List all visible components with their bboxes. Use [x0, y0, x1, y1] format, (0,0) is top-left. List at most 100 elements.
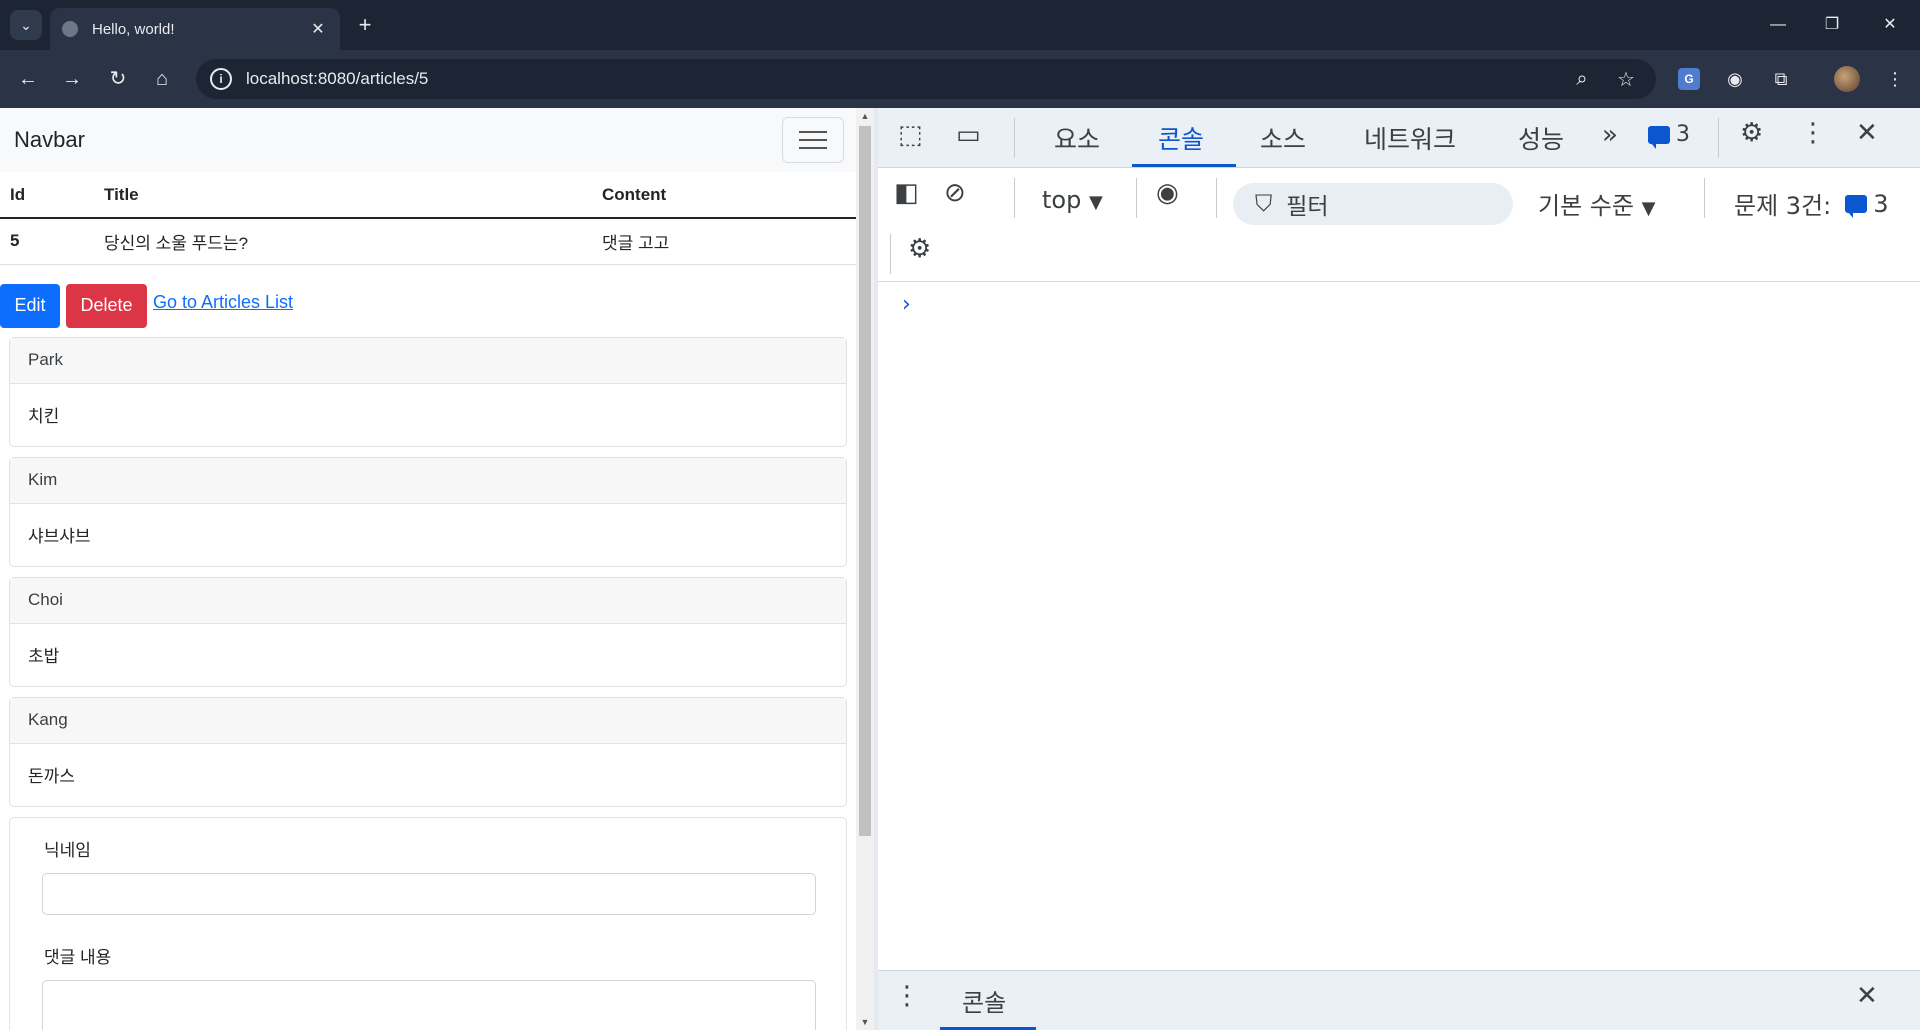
cell-id: 5: [0, 218, 94, 265]
filter-funnel-icon: ⛉: [1255, 191, 1273, 217]
comment-card: Choi 초밥: [9, 576, 847, 687]
bookmark-star-icon[interactable]: ☆: [1610, 67, 1642, 92]
issues-summary[interactable]: 문제 3건: 3: [1734, 186, 1889, 221]
nickname-label: 닉네임: [44, 840, 91, 860]
scroll-thumb[interactable]: [859, 126, 871, 836]
devtools-drawer: ⋮ 콘솔 ✕: [878, 970, 1920, 1030]
sidebar-toggle-icon[interactable]: ◧: [894, 178, 919, 208]
console-settings-row: ⚙: [878, 226, 1920, 282]
comment-nickname: Kang: [10, 697, 846, 744]
site-info-icon[interactable]: i: [210, 68, 232, 90]
issues-summary-count: 3: [1873, 189, 1889, 218]
tab-title: Hello, world!: [92, 20, 175, 38]
browser-toolbar: ← → ↻ ⌂ i localhost:8080/articles/5 ⌕ ☆ …: [0, 50, 1920, 108]
profile-avatar[interactable]: [1832, 64, 1862, 94]
comment-body: 돈까스: [28, 767, 75, 786]
header-title: Title: [94, 172, 592, 219]
comment-card: Kim 샤브샤브: [9, 456, 847, 567]
comment-body-label: 댓글 내용: [44, 947, 112, 967]
active-tab-indicator: [1132, 164, 1236, 167]
comment-nickname: Choi: [10, 577, 846, 624]
context-selector[interactable]: top ▼: [1042, 186, 1103, 214]
inspect-element-icon[interactable]: ⬚: [898, 120, 923, 150]
action-row: Edit Delete Go to Articles List: [0, 265, 856, 329]
message-icon: [1648, 125, 1670, 149]
filter-placeholder: 필터: [1286, 194, 1329, 220]
page-scrollbar[interactable]: ▲ ▼: [856, 108, 874, 1030]
close-drawer-icon[interactable]: ✕: [1856, 981, 1878, 1011]
header-content: Content: [592, 172, 856, 219]
cell-title: 당신의 소울 푸드는?: [94, 218, 592, 265]
live-expression-eye-icon[interactable]: ◉: [1156, 178, 1179, 208]
console-toolbar: ◧ ⊘ top ▼ ◉ ⛉ 필터 기본 수준 ▼ 문제 3건: 3: [878, 168, 1920, 226]
log-level-dropdown[interactable]: 기본 수준 ▼: [1538, 186, 1655, 221]
device-toolbar-icon[interactable]: ▭: [956, 120, 981, 150]
more-tabs-chevron-icon[interactable]: »: [1602, 120, 1618, 150]
nickname-input[interactable]: [42, 872, 816, 915]
home-button[interactable]: ⌂: [146, 63, 178, 95]
translate-extension-icon[interactable]: G: [1674, 64, 1704, 94]
minimize-button[interactable]: —: [1758, 10, 1798, 40]
console-settings-gear-icon[interactable]: ⚙: [908, 234, 931, 264]
comment-form: 닉네임 댓글 내용: [9, 816, 847, 1030]
cell-content: 댓글 고고: [592, 218, 856, 265]
comment-nickname: Kim: [10, 457, 846, 504]
tab-performance[interactable]: 성능: [1518, 120, 1564, 156]
comment-card: Park 치킨: [9, 336, 847, 447]
url-text[interactable]: localhost:8080/articles/5: [246, 69, 1554, 89]
log-level-value: 기본 수준: [1538, 192, 1634, 220]
settings-gear-icon[interactable]: ⚙: [1740, 118, 1763, 148]
context-value: top: [1042, 186, 1082, 214]
issues-label: 문제 3건:: [1734, 192, 1832, 220]
zoom-icon[interactable]: ⌕: [1566, 68, 1598, 91]
globe-icon: [62, 21, 78, 37]
devtools-panel: ⬚ ▭ 요소 콘솔 소스 네트워크 성능 » 3 ⚙ ⋮ ✕ ◧ ⊘ top ▼…: [878, 108, 1920, 1030]
browser-tab[interactable]: Hello, world! ✕: [50, 8, 340, 50]
header-id: Id: [0, 172, 94, 219]
message-icon: [1845, 194, 1868, 218]
tab-elements[interactable]: 요소: [1054, 120, 1100, 156]
navbar-brand[interactable]: Navbar: [14, 127, 85, 153]
drawer-tab-console[interactable]: 콘솔: [962, 983, 1006, 1018]
tab-console[interactable]: 콘솔: [1158, 120, 1204, 156]
new-tab-button[interactable]: +: [352, 12, 378, 38]
navbar: Navbar: [0, 108, 856, 172]
reload-button[interactable]: ↻: [102, 63, 134, 95]
drawer-menu-icon[interactable]: ⋮: [894, 981, 920, 1011]
browser-menu-icon[interactable]: ⋮: [1880, 64, 1910, 94]
comment-body-textarea[interactable]: [42, 979, 816, 1030]
restore-button[interactable]: ❐: [1812, 10, 1852, 40]
address-bar[interactable]: i localhost:8080/articles/5 ⌕ ☆: [196, 59, 1656, 99]
extensions-puzzle-icon[interactable]: ⧉: [1766, 64, 1796, 94]
clear-console-icon[interactable]: ⊘: [944, 178, 966, 208]
chevron-down-icon: ⌄: [20, 16, 32, 33]
comment-body: 치킨: [28, 407, 60, 426]
tab-sources[interactable]: 소스: [1260, 120, 1306, 156]
comment-body: 초밥: [28, 647, 60, 666]
delete-button[interactable]: Delete: [66, 283, 147, 328]
article-table: Id Title Content 5 당신의 소울 푸드는? 댓글 고고: [0, 172, 856, 265]
scroll-up-arrow[interactable]: ▲: [856, 108, 874, 124]
console-prompt-chevron-icon[interactable]: ›: [902, 292, 911, 317]
page-viewport: Navbar Id Title Content 5 당신의 소울 푸드는? 댓글…: [0, 108, 856, 1030]
console-filter-input[interactable]: ⛉ 필터: [1233, 183, 1513, 225]
tab-network[interactable]: 네트워크: [1364, 120, 1456, 156]
devtools-tabbar: ⬚ ▭ 요소 콘솔 소스 네트워크 성능 » 3 ⚙ ⋮ ✕: [878, 108, 1920, 168]
tab-close-icon[interactable]: ✕: [308, 19, 328, 39]
hamburger-icon: [799, 131, 827, 133]
close-window-button[interactable]: ✕: [1870, 10, 1910, 40]
articles-list-link[interactable]: Go to Articles List: [153, 292, 293, 313]
owl-extension-icon[interactable]: ◉: [1720, 64, 1750, 94]
navbar-toggler-button[interactable]: [782, 117, 844, 163]
close-devtools-icon[interactable]: ✕: [1856, 118, 1878, 148]
edit-button[interactable]: Edit: [0, 283, 60, 328]
dropdown-arrow-icon: ▼: [1088, 192, 1103, 213]
browser-tabstrip: ⌄ Hello, world! ✕ + — ❐ ✕: [0, 0, 1920, 50]
scroll-down-arrow[interactable]: ▼: [856, 1014, 874, 1030]
forward-button[interactable]: →: [56, 63, 88, 95]
tab-search-button[interactable]: ⌄: [10, 10, 42, 40]
devtools-menu-icon[interactable]: ⋮: [1800, 118, 1826, 148]
back-button[interactable]: ←: [12, 63, 44, 95]
comment-card: Kang 돈까스: [9, 696, 847, 807]
issues-badge[interactable]: 3: [1648, 122, 1690, 149]
